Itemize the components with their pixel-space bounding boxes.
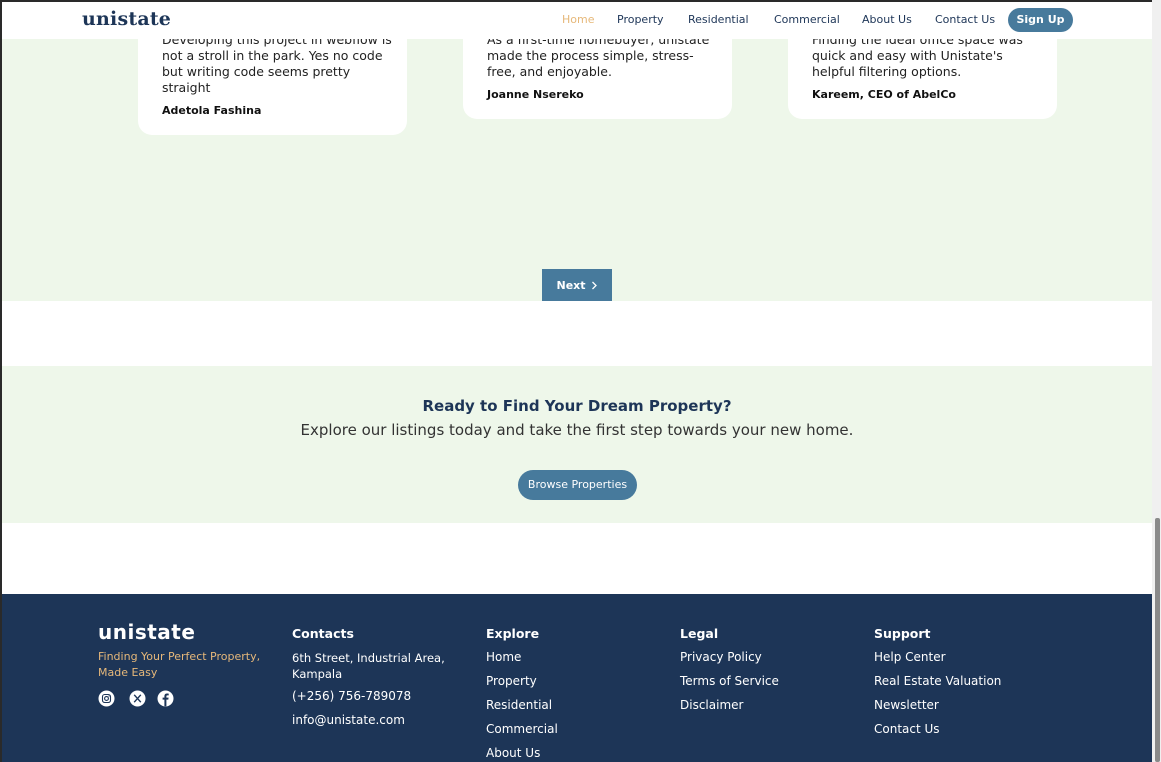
address-line: Kampala [292, 667, 343, 681]
next-button[interactable]: Next [542, 269, 612, 301]
site-logo[interactable]: unistate [82, 8, 171, 30]
nav-commercial[interactable]: Commercial [774, 13, 840, 26]
footer-tagline: Finding Your Perfect Property, Made Easy [98, 649, 273, 681]
quote-line: not a stroll in the park. Yes no code [162, 48, 383, 63]
footer-link-help-center[interactable]: Help Center [874, 650, 946, 664]
sign-up-button[interactable]: Sign Up [1008, 8, 1073, 32]
testimonial-author: Kareem, CEO of AbelCo [812, 88, 956, 101]
scrollbar-thumb[interactable] [1155, 518, 1160, 762]
tagline-line: Finding Your Perfect Property, [98, 650, 261, 663]
quote-line: quick and easy with Unistate's [812, 48, 1003, 63]
footer-link-about-us[interactable]: About Us [486, 746, 540, 760]
footer-link-commercial[interactable]: Commercial [486, 722, 558, 736]
testimonial-author: Adetola Fashina [162, 104, 262, 117]
footer-link-privacy-policy[interactable]: Privacy Policy [680, 650, 762, 664]
footer-link-disclaimer[interactable]: Disclaimer [680, 698, 743, 712]
testimonial-quote: As a first-time homebuyer, unistate made… [487, 32, 709, 80]
footer-link-property[interactable]: Property [486, 674, 537, 688]
next-label: Next [556, 278, 586, 292]
testimonial-quote: Developing this project in webflow is no… [162, 32, 392, 96]
footer-address: 6th Street, Industrial Area, Kampala [292, 650, 445, 682]
cta-title: Ready to Find Your Dream Property? [422, 397, 732, 415]
site-header: unistate Home Property Residential Comme… [2, 2, 1152, 39]
footer-support-heading: Support [874, 626, 931, 641]
facebook-icon[interactable] [157, 690, 174, 707]
instagram-icon[interactable] [98, 690, 115, 707]
site-footer: unistate Finding Your Perfect Property, … [2, 594, 1152, 762]
footer-legal-heading: Legal [680, 626, 719, 641]
nav-about-us[interactable]: About Us [862, 13, 912, 26]
tagline-line: Made Easy [98, 666, 158, 679]
footer-link-newsletter[interactable]: Newsletter [874, 698, 939, 712]
address-line: 6th Street, Industrial Area, [292, 651, 445, 665]
footer-link-home[interactable]: Home [486, 650, 521, 664]
footer-link-terms-of-service[interactable]: Terms of Service [680, 674, 779, 688]
nav-residential[interactable]: Residential [688, 13, 749, 26]
footer-link-contact-us[interactable]: Contact Us [874, 722, 940, 736]
quote-line: but writing code seems pretty [162, 64, 351, 79]
footer-explore-heading: Explore [486, 626, 540, 641]
quote-line: helpful filtering options. [812, 64, 962, 79]
testimonial-quote: Finding the ideal office space was quick… [812, 32, 1023, 80]
chevron-right-icon [591, 281, 597, 289]
cta-subtitle: Explore our listings today and take the … [300, 421, 854, 439]
footer-logo[interactable]: unistate [98, 620, 195, 644]
nav-contact-us[interactable]: Contact Us [935, 13, 995, 26]
browse-properties-button[interactable]: Browse Properties [518, 470, 637, 500]
x-icon[interactable] [129, 690, 146, 707]
nav-home[interactable]: Home [562, 13, 594, 26]
footer-contacts-heading: Contacts [292, 626, 354, 641]
quote-line: free, and enjoyable. [487, 64, 612, 79]
footer-link-real-estate-valuation[interactable]: Real Estate Valuation [874, 674, 1001, 688]
quote-line: straight [162, 80, 211, 95]
nav-property[interactable]: Property [617, 13, 664, 26]
footer-email[interactable]: info@unistate.com [292, 713, 405, 727]
quote-line: made the process simple, stress- [487, 48, 694, 63]
testimonial-author: Joanne Nsereko [487, 88, 584, 101]
footer-link-residential[interactable]: Residential [486, 698, 552, 712]
footer-phone[interactable]: (+256) 756-789078 [292, 689, 411, 703]
